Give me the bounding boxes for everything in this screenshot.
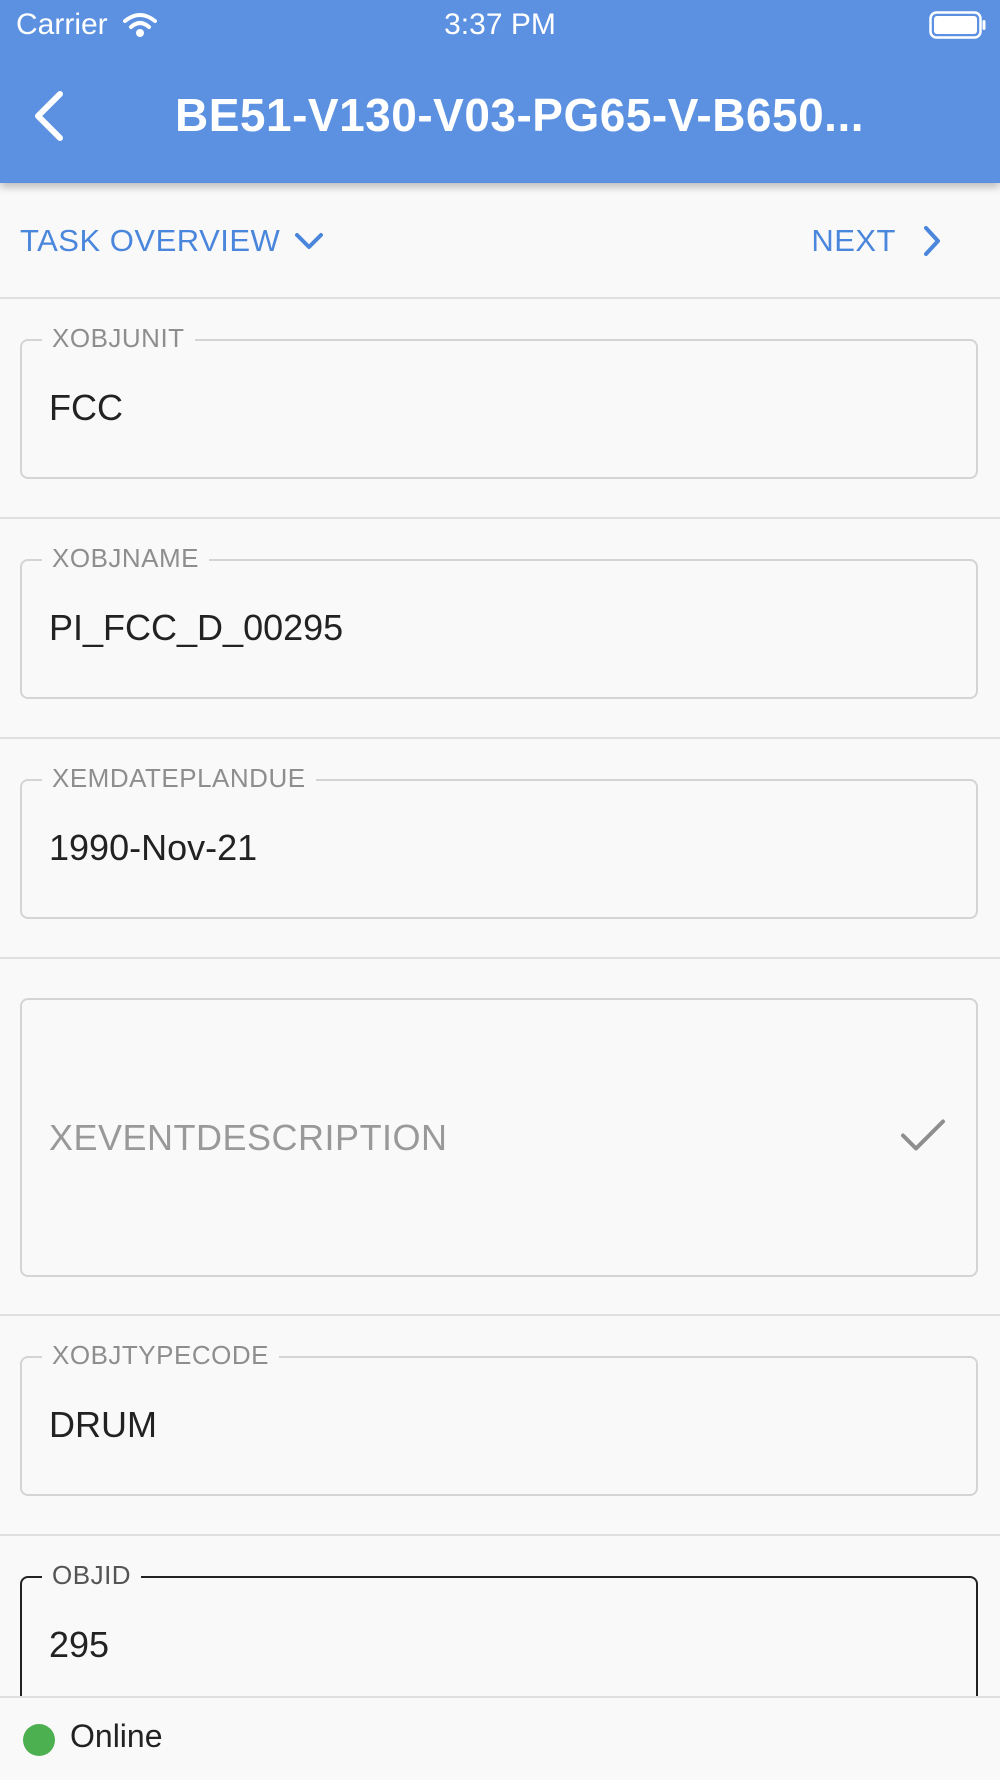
connection-status-bar: Online: [0, 1696, 1000, 1780]
field-label: XOBJTYPECODE: [42, 1340, 279, 1371]
form-section: XEMDATEPLANDUE 1990-Nov-21: [0, 737, 1000, 959]
chevron-left-icon: [35, 91, 63, 141]
back-button[interactable]: [30, 88, 80, 148]
xobjname-field[interactable]: XOBJNAME PI_FCC_D_00295: [20, 543, 978, 699]
form-section: XOBJTYPECODE DRUM: [0, 1314, 1000, 1536]
xobjunit-field[interactable]: XOBJUNIT FCC: [20, 323, 978, 479]
field-label: OBJID: [42, 1560, 142, 1591]
field-value: DRUM: [49, 1404, 157, 1445]
form-section: XOBJUNIT FCC: [0, 297, 1000, 519]
next-label: NEXT: [811, 223, 896, 258]
chevron-down-icon: [295, 233, 324, 249]
field-label: XEMDATEPLANDUE: [42, 763, 316, 794]
field-value: 1990-Nov-21: [49, 827, 258, 868]
task-overview-label: TASK OVERVIEW: [20, 223, 281, 258]
page-title: BE51-V130-V03-PG65-V-B650...: [175, 89, 865, 141]
objid-field[interactable]: OBJID 295: [20, 1560, 978, 1716]
battery-icon: [929, 11, 987, 44]
xobjtypecode-field[interactable]: XOBJTYPECODE DRUM: [20, 1340, 978, 1496]
field-value: FCC: [49, 387, 123, 428]
chevron-right-icon: [924, 226, 940, 256]
xemdateplandue-field[interactable]: XEMDATEPLANDUE 1990-Nov-21: [20, 763, 978, 919]
field-placeholder: XEVENTDESCRIPTION: [49, 1116, 448, 1158]
next-button[interactable]: NEXT: [811, 223, 942, 259]
online-status-icon: [23, 1724, 55, 1756]
check-icon[interactable]: [900, 1117, 946, 1158]
app-bar: Carrier 3:37 PM BE51-V130-V03-PG65-V-B65…: [0, 0, 1000, 183]
task-nav-bar: TASK OVERVIEW NEXT: [0, 183, 1000, 299]
xeventdescription-field[interactable]: XEVENTDESCRIPTION: [20, 998, 978, 1277]
status-time: 3:37 PM: [444, 8, 556, 41]
form-section: XOBJNAME PI_FCC_D_00295: [0, 517, 1000, 739]
task-overview-dropdown[interactable]: TASK OVERVIEW: [20, 223, 324, 259]
field-value: 295: [49, 1624, 110, 1665]
form-section: XEVENTDESCRIPTION: [0, 957, 1000, 1316]
field-value: PI_FCC_D_00295: [49, 607, 344, 648]
field-label: XOBJNAME: [42, 543, 210, 574]
field-label: XOBJUNIT: [42, 323, 195, 354]
online-status-label: Online: [70, 1718, 163, 1754]
